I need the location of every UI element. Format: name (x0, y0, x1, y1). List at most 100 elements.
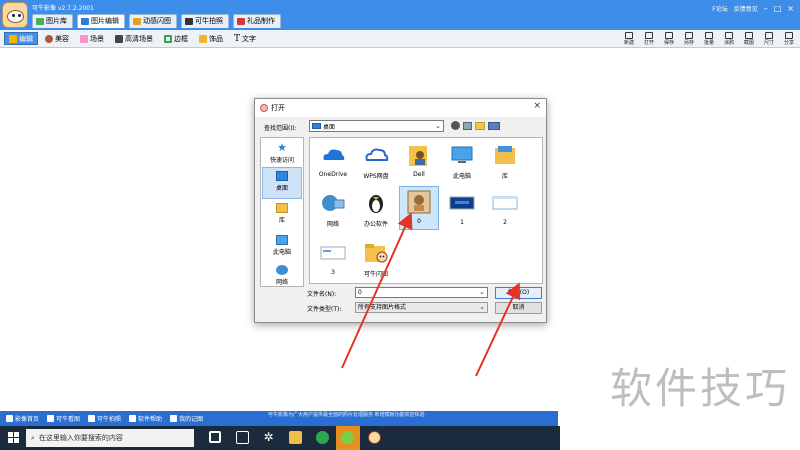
dialog-close-icon[interactable]: × (533, 101, 541, 111)
wechat-icon[interactable] (341, 431, 354, 444)
bottom-home[interactable]: 影像首页 (6, 414, 39, 423)
look-in-dropdown[interactable]: 桌面 ⌄ (309, 120, 444, 132)
place-library[interactable]: 库 (262, 200, 302, 232)
place-desktop[interactable]: 桌面 (262, 167, 302, 199)
camera-icon (88, 415, 96, 422)
cortana-icon[interactable] (209, 431, 221, 443)
gift-icon (237, 18, 245, 25)
batch-button[interactable]: 批量 (700, 31, 718, 47)
tool-border[interactable]: 边框 (160, 32, 192, 45)
file-item-this-pc[interactable]: 此电脑 (442, 140, 482, 184)
tool-scene[interactable]: 场景 (76, 32, 108, 45)
chevron-down-icon: ⌄ (479, 288, 485, 296)
new-button[interactable]: 新建 (620, 31, 638, 47)
tool-hd-scene[interactable]: 高清场景 (111, 32, 157, 45)
my-icon (170, 415, 178, 422)
open-button[interactable]: 打开(O) (495, 287, 542, 299)
file-item-office[interactable]: 办公软件 (356, 188, 396, 232)
tab-gift[interactable]: 礼品制作 (233, 14, 281, 28)
image-thumbnail-icon (449, 196, 475, 210)
browser-icon[interactable] (316, 431, 329, 444)
app-logo-icon (2, 2, 28, 28)
view-menu-icon[interactable] (488, 121, 500, 130)
user-folder-icon (409, 146, 427, 166)
open-folder-icon (645, 32, 653, 39)
close-icon[interactable]: × (787, 4, 794, 13)
tool-accessory[interactable]: 饰品 (195, 32, 227, 45)
library-icon (276, 203, 288, 213)
tab-image-edit[interactable]: 图片编辑 (77, 14, 125, 28)
file-item-onedrive[interactable]: OneDrive (313, 140, 353, 184)
file-explorer-icon[interactable] (289, 431, 302, 444)
dialog-app-icon (260, 104, 268, 112)
tab-animated-gif[interactable]: 动感闪图 (129, 14, 177, 28)
forum-link[interactable]: F论坛 (712, 4, 727, 13)
file-name-input[interactable]: 0 ⌄ (355, 287, 488, 298)
tool-beauty[interactable]: 美容 (41, 32, 73, 45)
size-button[interactable]: 尺寸 (760, 31, 778, 47)
places-bar: ★ 快速访问 桌面 库 此电脑 网络 (260, 137, 304, 287)
file-item-keniu-gif[interactable]: 可牛闪图 (356, 238, 396, 282)
tab-camera[interactable]: 可牛拍照 (181, 14, 229, 28)
watermark: 软件技巧 (609, 364, 790, 413)
bottom-camera[interactable]: 可牛拍照 (88, 414, 121, 423)
place-network[interactable]: 网络 (262, 262, 302, 294)
viewer-icon (47, 415, 55, 422)
network-icon (322, 195, 345, 211)
open-button[interactable]: 打开 (640, 31, 658, 47)
taskbar-search-input[interactable]: ⌕ 在这里输入你要搜索的内容 (26, 429, 194, 447)
save-as-icon (685, 32, 693, 39)
place-this-pc[interactable]: 此电脑 (262, 232, 302, 264)
file-item-0[interactable]: 0 (399, 186, 439, 230)
new-icon (625, 32, 633, 39)
file-item-2[interactable]: 2 (485, 188, 525, 232)
accessory-icon (199, 34, 207, 43)
file-item-dell[interactable]: Dell (399, 140, 439, 184)
desktop-icon (276, 171, 288, 181)
tab-image-library[interactable]: 图片库 (32, 14, 73, 28)
fan-app-icon[interactable]: ✲ (262, 431, 275, 444)
bottom-viewer[interactable]: 可牛看图 (47, 414, 80, 423)
dialog-titlebar[interactable] (255, 99, 546, 117)
file-item-3[interactable]: 3 (313, 238, 353, 282)
maximize-icon[interactable]: □ (774, 4, 782, 13)
look-in-label: 查找范围(I): (264, 125, 297, 132)
batch-icon (705, 32, 713, 39)
bottom-help[interactable]: 软件帮助 (129, 414, 162, 423)
file-item-network[interactable]: 网络 (313, 188, 353, 232)
up-folder-icon[interactable] (463, 121, 472, 130)
chevron-down-icon: ⌄ (479, 303, 485, 311)
onedrive-icon (323, 149, 345, 160)
edit-tool-icon (9, 34, 17, 43)
file-item-library[interactable]: 库 (485, 140, 525, 184)
doodle-button[interactable]: 涂鸦 (720, 31, 738, 47)
app-bottom-bar: 影像首页 可牛看图 可牛拍照 软件帮助 我的记图 可牛影像为广大用户提供最全面的… (0, 411, 558, 426)
cancel-button[interactable]: 取消 (495, 302, 542, 314)
new-folder-icon[interactable] (475, 121, 485, 130)
library-icon (36, 18, 44, 25)
tool-edit[interactable]: 编辑 (4, 32, 38, 45)
app-header: 可牛影像 v2.7.2.2001 图片库 图片编辑 动感闪图 可牛拍照 礼品制作… (0, 0, 800, 30)
task-view-icon[interactable] (236, 431, 249, 444)
screenshot-button[interactable]: 截图 (740, 31, 758, 47)
file-item-wps-cloud[interactable]: WPS网盘 (356, 140, 396, 184)
windows-start-icon[interactable] (8, 432, 19, 443)
save-as-button[interactable]: 另存 (680, 31, 698, 47)
bottom-my[interactable]: 我的记图 (170, 414, 203, 423)
file-item-1[interactable]: 1 (442, 188, 482, 232)
chevron-down-icon: ⌄ (435, 122, 441, 130)
file-type-dropdown[interactable]: 所有支持图片格式 ⌄ (355, 302, 488, 313)
keniu-app-icon[interactable] (368, 431, 381, 444)
save-button[interactable]: 保存 (660, 31, 678, 47)
minimize-icon[interactable]: – (764, 4, 768, 13)
feedback-link[interactable]: 反馈意见 (734, 4, 758, 13)
share-button[interactable]: 分享 (780, 31, 798, 47)
back-icon[interactable] (451, 121, 460, 130)
tool-text[interactable]: T 文字 (230, 32, 260, 45)
screenshot-icon (745, 32, 753, 39)
hd-scene-icon (115, 34, 123, 43)
resize-icon (765, 32, 773, 39)
folder-icon (365, 244, 388, 263)
desktop-icon (312, 123, 321, 129)
computer-icon (451, 146, 473, 163)
